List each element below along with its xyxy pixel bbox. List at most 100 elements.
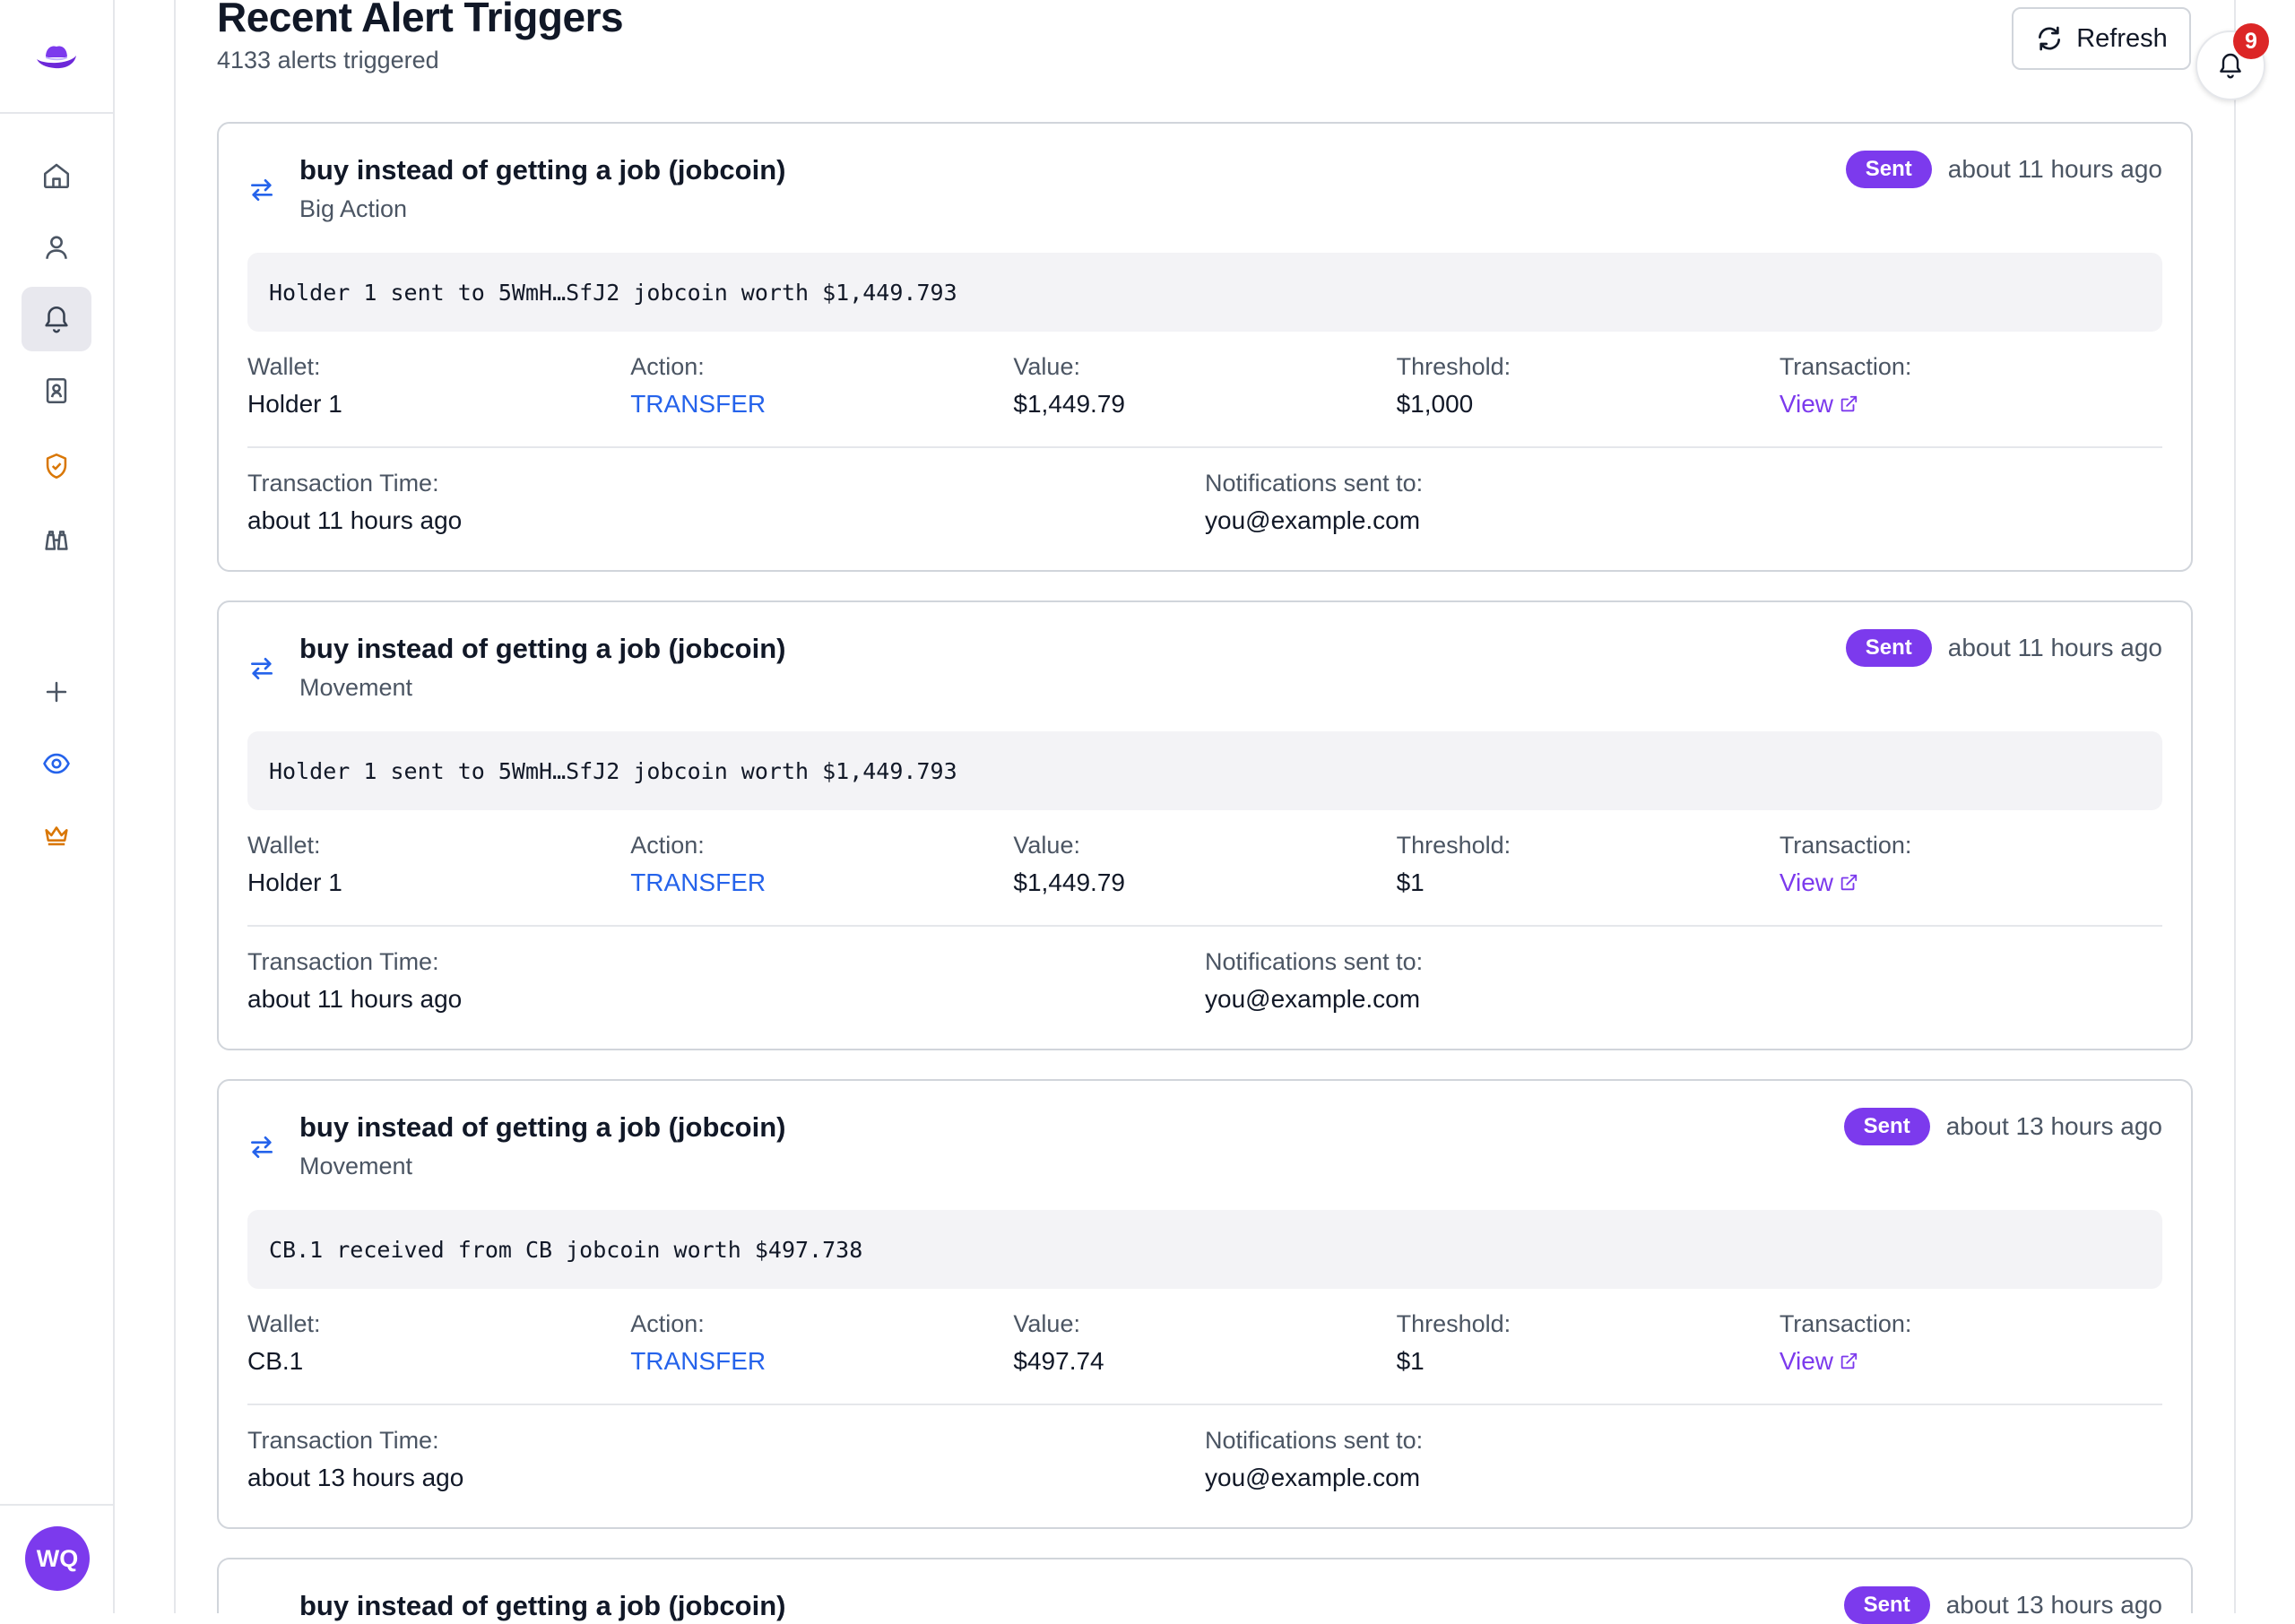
swap-arrows-icon bbox=[251, 179, 273, 201]
refresh-button[interactable]: Refresh bbox=[2012, 7, 2191, 70]
status-badge: Sent bbox=[1843, 1108, 1930, 1145]
notification-count-badge: 9 bbox=[2233, 23, 2269, 59]
alert-card: buy instead of getting a job (jobcoin) S… bbox=[217, 1558, 2193, 1624]
page-title: Recent Alert Triggers bbox=[217, 0, 624, 40]
crown-icon bbox=[45, 826, 68, 846]
alert-title: buy instead of getting a job (jobcoin) bbox=[299, 1590, 786, 1621]
wallet-value: Holder 1 bbox=[247, 868, 342, 896]
alert-type: Movement bbox=[299, 1153, 413, 1179]
alert-time-ago: about 13 hours ago bbox=[1945, 1591, 2162, 1619]
threshold-label: Threshold: bbox=[1396, 353, 1511, 380]
alert-title: buy instead of getting a job (jobcoin) bbox=[299, 1111, 786, 1143]
sidebar-item-profile[interactable] bbox=[22, 215, 91, 280]
external-link-icon bbox=[1840, 874, 1858, 891]
contact-book-icon bbox=[46, 377, 67, 404]
notifications-email: you@example.com bbox=[1205, 985, 1421, 1013]
card-divider bbox=[247, 1404, 2162, 1405]
wallet-label: Wallet: bbox=[247, 1310, 321, 1337]
view-label: View bbox=[1779, 868, 1833, 896]
user-icon bbox=[46, 236, 67, 259]
card-divider bbox=[247, 925, 2162, 927]
status-badge: Sent bbox=[1845, 629, 1932, 667]
notifications-email: you@example.com bbox=[1205, 506, 1421, 534]
view-transaction-link[interactable]: View bbox=[1780, 390, 2162, 419]
alert-card: buy instead of getting a job (jobcoin) B… bbox=[217, 122, 2193, 572]
alert-message: CB.1 received from CB jobcoin worth $497… bbox=[247, 1210, 2162, 1289]
alert-time-ago: about 13 hours ago bbox=[1945, 1112, 2162, 1140]
sidebar-item-add[interactable] bbox=[22, 660, 91, 724]
transaction-time-value: about 13 hours ago bbox=[247, 1464, 464, 1491]
wallet-label: Wallet: bbox=[247, 832, 321, 859]
binoculars-icon bbox=[45, 531, 68, 550]
card-divider bbox=[247, 446, 2162, 448]
home-icon bbox=[43, 163, 70, 189]
transaction-label: Transaction: bbox=[1779, 1310, 1912, 1337]
sidebar-item-home[interactable] bbox=[22, 143, 91, 208]
hat-logo-icon[interactable] bbox=[35, 41, 78, 72]
notifications-email: you@example.com bbox=[1205, 1464, 1421, 1491]
refresh-label: Refresh bbox=[2076, 23, 2168, 53]
threshold-label: Threshold: bbox=[1396, 1310, 1511, 1337]
value-label: Value: bbox=[1013, 1310, 1080, 1337]
alert-type: Big Action bbox=[299, 195, 408, 222]
notifications-label: Notifications sent to: bbox=[1205, 470, 1424, 497]
wallet-label: Wallet: bbox=[247, 353, 321, 380]
action-value: TRANSFER bbox=[630, 390, 766, 418]
sidebar-item-alerts[interactable] bbox=[22, 287, 91, 351]
value-label: Value: bbox=[1013, 832, 1080, 859]
action-label: Action: bbox=[630, 353, 705, 380]
alert-message: Holder 1 sent to 5WmH…SfJ2 jobcoin worth… bbox=[247, 731, 2162, 810]
external-link-icon bbox=[1840, 1352, 1858, 1369]
threshold-value: $1 bbox=[1396, 1347, 1425, 1375]
view-label: View bbox=[1779, 1347, 1833, 1375]
notifications-label: Notifications sent to: bbox=[1205, 948, 1424, 975]
alert-title: buy instead of getting a job (jobcoin) bbox=[299, 154, 786, 186]
view-transaction-link[interactable]: View bbox=[1780, 868, 2162, 897]
sidebar-item-premium[interactable] bbox=[22, 803, 91, 868]
shield-check-icon bbox=[46, 453, 67, 479]
logo-area bbox=[0, 0, 113, 114]
value-label: Value: bbox=[1013, 353, 1080, 380]
view-transaction-link[interactable]: View bbox=[1780, 1347, 2162, 1376]
view-label: View bbox=[1779, 390, 1833, 418]
status-badge: Sent bbox=[1843, 1586, 1930, 1624]
transaction-label: Transaction: bbox=[1779, 353, 1912, 380]
sidebar-item-security[interactable] bbox=[22, 434, 91, 498]
transaction-label: Transaction: bbox=[1779, 832, 1912, 859]
sidebar-item-watchlist[interactable] bbox=[22, 731, 91, 796]
threshold-value: $1,000 bbox=[1396, 390, 1474, 418]
value-amount: $497.74 bbox=[1013, 1347, 1104, 1375]
alert-card: buy instead of getting a job (jobcoin) M… bbox=[217, 1079, 2193, 1529]
external-link-icon bbox=[1840, 395, 1858, 412]
user-avatar[interactable]: WQ bbox=[25, 1526, 90, 1591]
transaction-time-value: about 11 hours ago bbox=[247, 506, 463, 534]
notifications-label: Notifications sent to: bbox=[1205, 1427, 1424, 1454]
transaction-time-value: about 11 hours ago bbox=[247, 985, 463, 1013]
action-label: Action: bbox=[630, 1310, 705, 1337]
value-amount: $1,449.79 bbox=[1013, 868, 1125, 896]
bell-icon bbox=[45, 307, 68, 333]
threshold-label: Threshold: bbox=[1396, 832, 1511, 859]
eye-icon bbox=[43, 753, 70, 774]
wallet-value: Holder 1 bbox=[247, 390, 342, 418]
threshold-value: $1 bbox=[1396, 868, 1425, 896]
value-amount: $1,449.79 bbox=[1013, 390, 1125, 418]
sidebar-item-watch[interactable] bbox=[22, 509, 91, 574]
plus-icon bbox=[46, 681, 67, 703]
sidebar-item-contacts[interactable] bbox=[22, 358, 91, 423]
alerts-count: 4133 alerts triggered bbox=[217, 47, 439, 73]
swap-arrows-icon bbox=[251, 1136, 273, 1158]
transaction-time-label: Transaction Time: bbox=[247, 1427, 439, 1454]
transaction-time-label: Transaction Time: bbox=[247, 948, 439, 975]
wallet-value: CB.1 bbox=[247, 1347, 304, 1375]
action-value: TRANSFER bbox=[630, 868, 766, 896]
sidebar: WQ bbox=[0, 0, 115, 1613]
alert-time-ago: about 11 hours ago bbox=[1947, 634, 2162, 661]
alert-type: Movement bbox=[299, 674, 413, 701]
alert-card: buy instead of getting a job (jobcoin) M… bbox=[217, 600, 2193, 1050]
status-badge: Sent bbox=[1845, 151, 1932, 188]
alert-message: Holder 1 sent to 5WmH…SfJ2 jobcoin worth… bbox=[247, 253, 2162, 332]
action-value: TRANSFER bbox=[630, 1347, 766, 1375]
transaction-time-label: Transaction Time: bbox=[247, 470, 439, 497]
alert-title: buy instead of getting a job (jobcoin) bbox=[299, 633, 786, 664]
